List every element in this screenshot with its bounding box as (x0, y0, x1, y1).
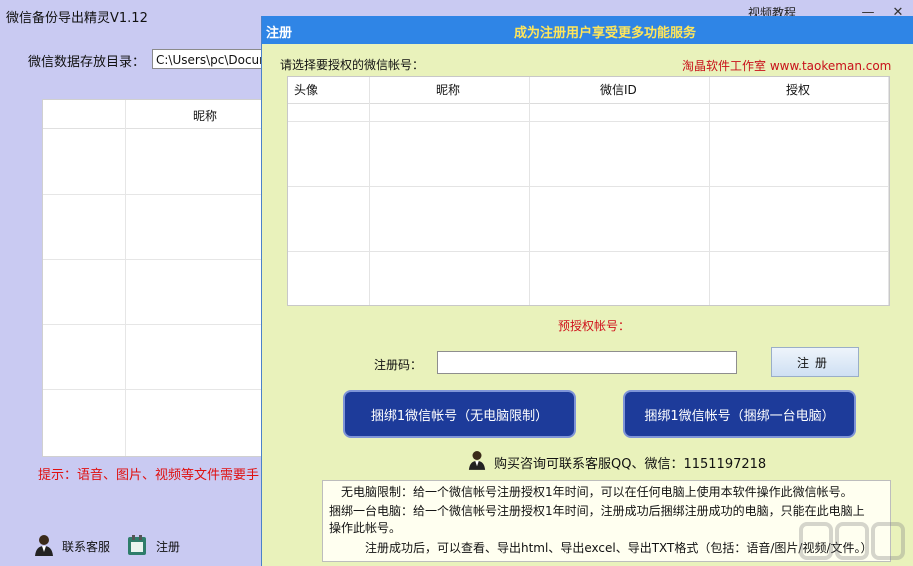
select-account-label: 请选择要授权的微信帐号： (280, 58, 425, 72)
studio-link: 淘晶软件工作室 www.taokeman.com (682, 59, 892, 73)
dialog-title: 注册 (266, 26, 293, 41)
reg-code-label: 注册码： (374, 358, 423, 372)
watermark-logo (799, 522, 905, 560)
contact-info: 购买咨询可联系客服QQ、微信：1151197218 (468, 450, 766, 474)
table-divider (369, 77, 370, 305)
bind-no-limit-button[interactable]: 捆绑1微信帐号（无电脑限制） (343, 390, 576, 438)
table-divider (288, 121, 889, 122)
column-nickname: 昵称 (436, 83, 461, 97)
table-divider (43, 324, 271, 325)
tip-text: 提示：语音、图片、视频等文件需要手 (38, 468, 260, 483)
bind-one-pc-button[interactable]: 捆绑1微信帐号（捆绑一台电脑） (623, 390, 856, 438)
reg-code-input[interactable] (437, 351, 737, 374)
app-title: 微信备份导出精灵V1.12 (6, 11, 148, 26)
register-entry-label: 注册 (156, 540, 181, 554)
pre-auth-label: 预授权帐号： (558, 319, 631, 333)
account-table: 昵称 (42, 99, 272, 457)
column-authorization: 授权 (786, 83, 811, 97)
table-divider (43, 194, 271, 195)
data-dir-label: 微信数据存放目录： (28, 55, 146, 70)
dialog-slogan: 成为注册用户享受更多功能服务 (514, 26, 697, 41)
register-entry-button[interactable]: 注册 (126, 534, 180, 559)
register-button[interactable]: 注册 (771, 347, 859, 377)
table-divider (888, 77, 889, 305)
register-dialog: 注册 成为注册用户享受更多功能服务 请选择要授权的微信帐号： 淘晶软件工作室 w… (261, 16, 913, 566)
table-divider (43, 389, 271, 390)
table-divider (288, 186, 889, 187)
info-line: 操作此帐号。 (329, 521, 402, 535)
contact-service-button[interactable]: 联系客服 (34, 534, 110, 559)
column-nickname: 昵称 (193, 109, 218, 123)
service-person-icon (468, 450, 486, 474)
dialog-titlebar[interactable]: 注册 成为注册用户享受更多功能服务 (262, 16, 913, 44)
register-icon (126, 534, 148, 559)
column-wechat-id: 微信ID (600, 83, 637, 97)
table-header: 昵称 (43, 100, 271, 129)
info-line: 捆绑一台电脑：给一个微信帐号注册授权1年时间，注册成功后捆绑注册成功的电脑，只能… (329, 504, 865, 518)
auth-account-table: 头像 昵称 微信ID 授权 (287, 76, 890, 306)
info-line: 无电脑限制：给一个微信帐号注册授权1年时间，可以在任何电脑上使用本软件操作此微信… (341, 485, 853, 499)
contact-text: 购买咨询可联系客服QQ、微信：1151197218 (494, 456, 767, 472)
table-divider (288, 251, 889, 252)
column-avatar: 头像 (294, 83, 319, 97)
table-header: 头像 昵称 微信ID 授权 (288, 77, 889, 104)
table-divider (709, 77, 710, 305)
table-divider (125, 100, 126, 456)
table-divider (43, 259, 271, 260)
data-dir-input[interactable]: C:\Users\pc\Documents (152, 49, 272, 69)
table-divider (529, 77, 530, 305)
contact-service-label: 联系客服 (62, 540, 111, 554)
service-person-icon (34, 534, 54, 559)
